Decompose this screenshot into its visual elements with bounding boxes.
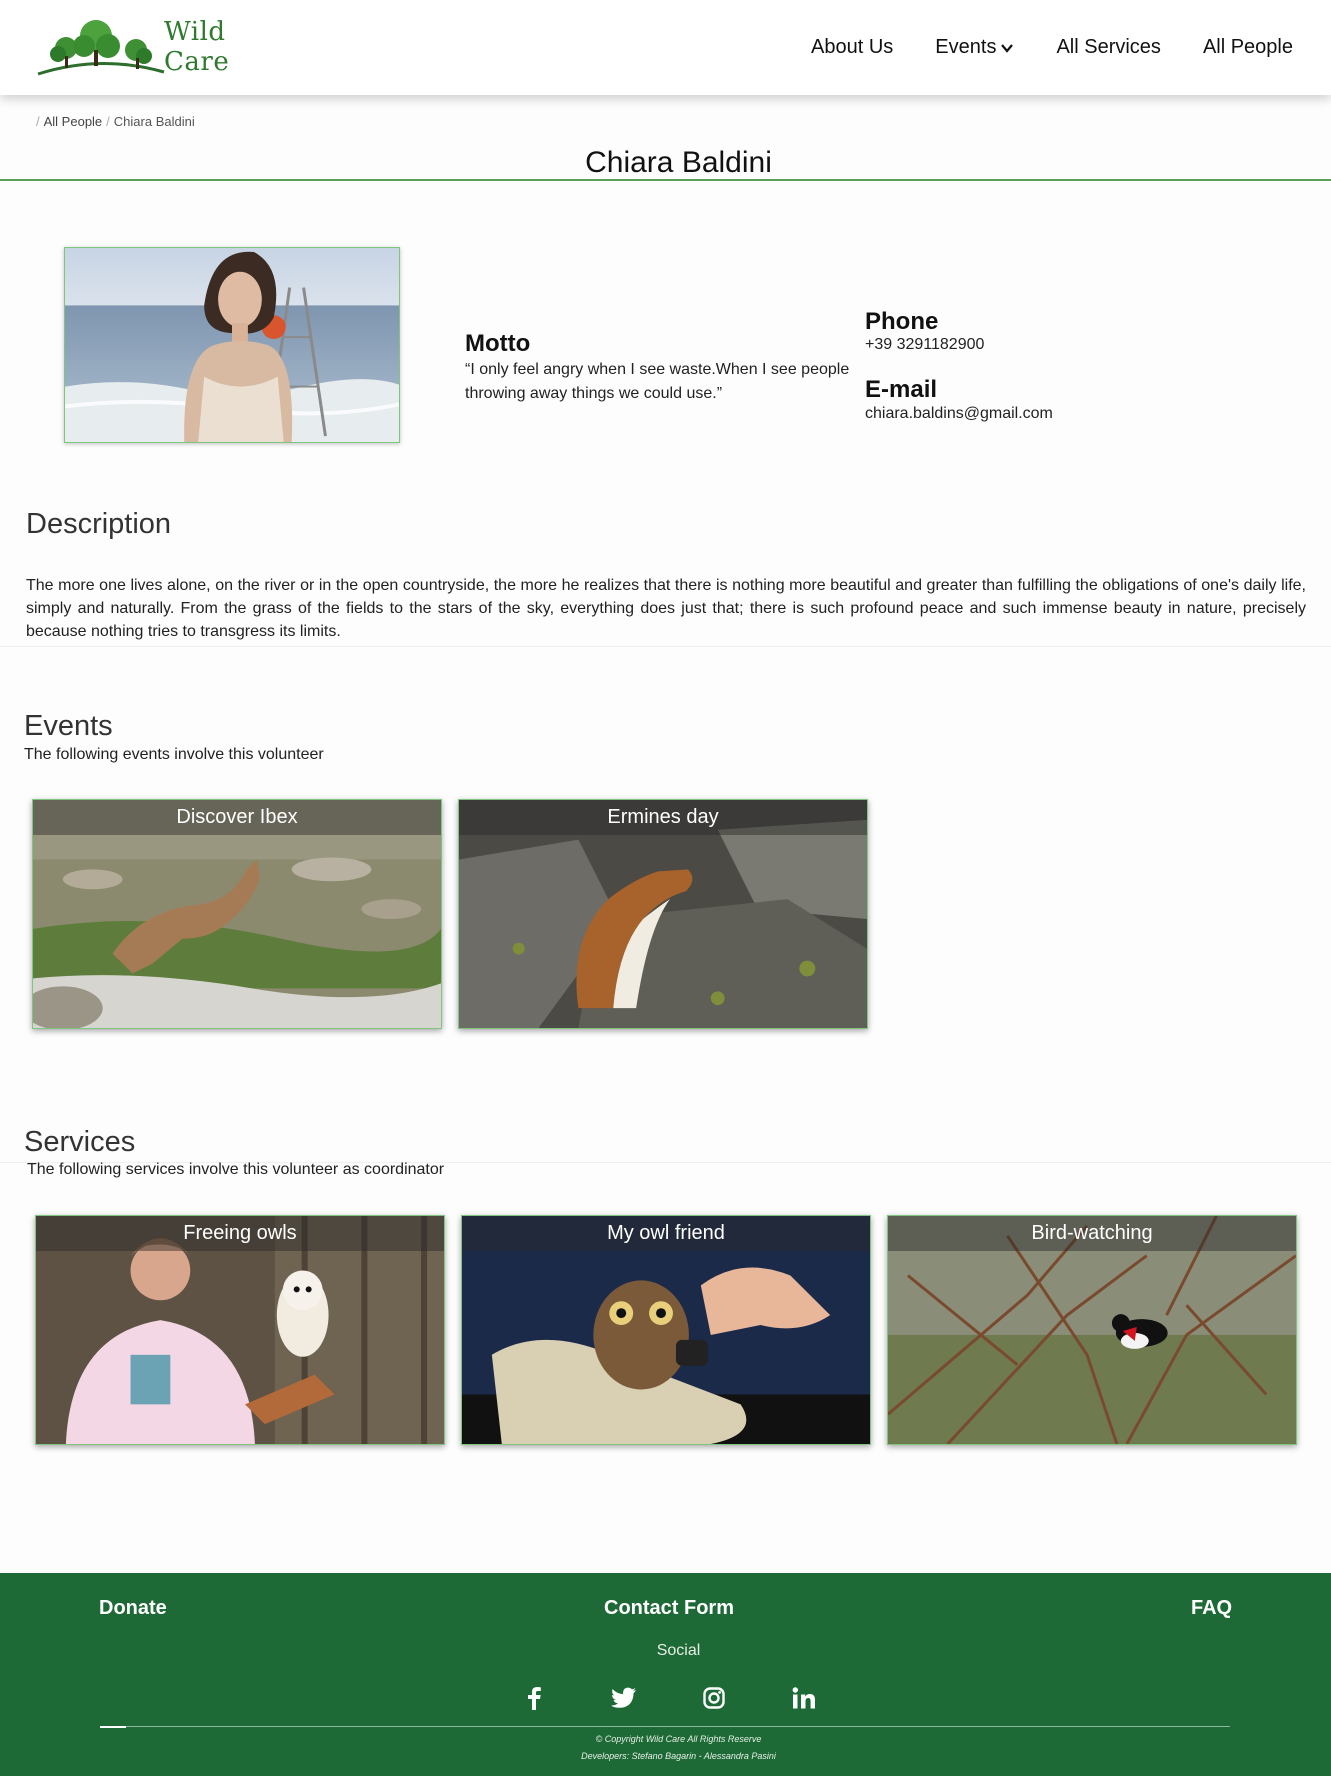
facebook-icon[interactable] xyxy=(516,1680,552,1716)
event-card-title: Discover Ibex xyxy=(33,800,441,835)
event-card-discover-ibex[interactable]: Discover Ibex xyxy=(32,799,442,1029)
nav-all-people[interactable]: All People xyxy=(1203,36,1293,59)
motto-text: “I only feel angry when I see waste.When… xyxy=(465,361,850,402)
twitter-icon[interactable] xyxy=(606,1680,642,1716)
page-title: Chiara Baldini xyxy=(585,146,772,179)
main-nav: About Us Events All Services All People xyxy=(811,36,1293,59)
brand-name: Wild Care xyxy=(164,17,230,77)
email-value: chiara.baldins@gmail.com xyxy=(865,405,1053,422)
footer-copyright: © Copyright Wild Care All Rights Reserve xyxy=(595,1734,762,1744)
linkedin-icon[interactable] xyxy=(786,1680,822,1716)
event-card-title: Ermines day xyxy=(459,800,867,835)
service-card-freeing-owls[interactable]: Freeing owls xyxy=(35,1215,445,1445)
nav-events[interactable]: Events xyxy=(935,36,1014,59)
nav-all-services-label: All Services xyxy=(1056,36,1161,58)
service-card-bird-watching[interactable]: Bird-watching xyxy=(887,1215,1297,1445)
instagram-icon[interactable] xyxy=(696,1680,732,1716)
email-label: E-mail xyxy=(865,376,938,403)
profile-photo xyxy=(64,247,400,443)
footer-divider-accent xyxy=(100,1726,126,1728)
events-subtitle: The following events involve this volunt… xyxy=(24,746,324,763)
breadcrumb-current: Chiara Baldini xyxy=(113,114,195,129)
nav-about-us[interactable]: About Us xyxy=(811,36,893,59)
nav-all-services[interactable]: All Services xyxy=(1056,36,1160,59)
phone-value: +39 3291182900 xyxy=(865,336,985,353)
description-text: The more one lives alone, on the river o… xyxy=(26,577,1306,640)
site-footer: Donate Contact Form FAQ Social © Copyrig… xyxy=(0,1573,1331,1776)
footer-donate-link[interactable]: Donate xyxy=(99,1597,167,1620)
footer-faq-link[interactable]: FAQ xyxy=(1191,1597,1232,1620)
site-logo[interactable]: Wild Care xyxy=(36,16,296,78)
phone-label: Phone xyxy=(865,308,939,335)
nav-events-label: Events xyxy=(935,36,997,58)
events-title: Events xyxy=(24,710,113,742)
service-card-title: Freeing owls xyxy=(36,1216,444,1251)
nav-all-people-label: All People xyxy=(1202,36,1293,58)
services-title: Services xyxy=(24,1126,136,1158)
description-title: Description xyxy=(26,508,172,540)
title-divider xyxy=(0,179,1331,181)
breadcrumb-separator: / xyxy=(106,114,110,129)
breadcrumb: / All People / Chiara Baldini xyxy=(36,114,195,129)
nav-about-us-label: About Us xyxy=(811,36,894,58)
motto-label: Motto xyxy=(465,330,531,357)
section-divider xyxy=(0,646,1331,647)
social-icons xyxy=(516,1680,822,1716)
trees-logo-icon xyxy=(37,20,165,76)
breadcrumb-all-people[interactable]: All People xyxy=(44,114,103,129)
service-card-title: My owl friend xyxy=(462,1216,870,1251)
service-card-title: Bird-watching xyxy=(888,1216,1296,1251)
service-card-my-owl-friend[interactable]: My owl friend xyxy=(461,1215,871,1445)
breadcrumb-separator: / xyxy=(36,114,40,129)
footer-divider xyxy=(100,1726,1230,1727)
chevron-down-icon xyxy=(1001,43,1014,53)
footer-developers: Developers: Stefano Bagarin - Alessandra… xyxy=(581,1751,776,1761)
site-header: Wild Care About Us Events All Services A… xyxy=(0,0,1331,95)
services-subtitle: The following services involve this volu… xyxy=(27,1161,445,1178)
event-card-ermines-day[interactable]: Ermines day xyxy=(458,799,868,1029)
footer-social-label: Social xyxy=(656,1642,701,1659)
footer-contact-link[interactable]: Contact Form xyxy=(604,1597,734,1620)
